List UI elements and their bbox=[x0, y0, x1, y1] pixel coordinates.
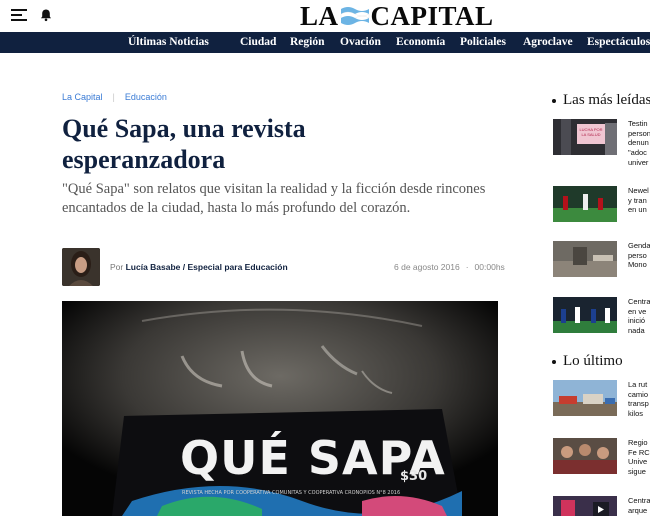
nav-ovacion[interactable]: Ovación bbox=[340, 36, 381, 48]
latest-item[interactable]: Centra arque bbox=[553, 496, 650, 516]
headline: Genda perso Mono bbox=[628, 241, 650, 270]
author-avatar[interactable] bbox=[62, 248, 100, 286]
hero-image[interactable]: QUÉ SAPA $30 REVISTA HECHA POR COOPERATI… bbox=[62, 301, 498, 516]
most-read-title: Las más leídas bbox=[563, 92, 650, 108]
nav-ciudad[interactable]: Ciudad bbox=[240, 36, 276, 48]
headline: Testin person denun "adoc univer bbox=[628, 119, 650, 167]
thumbnail bbox=[553, 380, 617, 416]
bell-icon[interactable] bbox=[39, 8, 53, 22]
breadcrumb-la-capital[interactable]: La Capital bbox=[62, 92, 103, 102]
article-date: 6 de agosto 2016 bbox=[394, 262, 460, 272]
most-read-item[interactable]: LUCHA POR LA SALUD Testin person denun "ado… bbox=[553, 119, 650, 167]
bullet-icon bbox=[552, 98, 556, 103]
nav-ultimas-noticias[interactable]: Últimas Noticias bbox=[128, 36, 209, 48]
most-read-item[interactable]: Genda perso Mono bbox=[553, 241, 650, 277]
logo-text-right: CAPITAL bbox=[370, 0, 494, 31]
headline: Centra arque bbox=[628, 496, 650, 515]
article-subtitle: "Qué Sapa" son relatos que visitan la re… bbox=[62, 181, 486, 216]
thumbnail: LUCHA POR LA SALUD bbox=[553, 119, 617, 155]
most-read-item[interactable]: Newel y tran en un bbox=[553, 186, 650, 222]
byline-prefix: Por bbox=[110, 262, 124, 272]
hamburger-menu-icon[interactable] bbox=[11, 9, 27, 22]
headline: Newel y tran en un bbox=[628, 186, 649, 215]
article-title: Qué Sapa, una revista esperanzadora bbox=[62, 114, 306, 174]
hero-magazine-price: $30 bbox=[400, 469, 428, 484]
thumbnail bbox=[553, 438, 617, 474]
nav-espectaculos[interactable]: Espectáculos bbox=[587, 36, 650, 48]
headline: La rut camio transp kilos bbox=[628, 380, 649, 419]
latest-item[interactable]: Regio Fe RC Unive sigue bbox=[553, 438, 650, 477]
nav-region[interactable]: Región bbox=[290, 36, 325, 48]
site-logo[interactable]: LA CAPITAL bbox=[300, 0, 494, 31]
headline: Centra en ve inició nada bbox=[628, 297, 650, 336]
main-nav: Últimas Noticias Ciudad Región Ovación E… bbox=[0, 32, 650, 53]
most-read-heading: Las más leídas bbox=[552, 92, 650, 109]
nav-economia[interactable]: Economía bbox=[396, 36, 445, 48]
article-dateline: 6 de agosto 2016 · 00:00hs bbox=[394, 262, 505, 272]
thumbnail bbox=[553, 241, 617, 277]
latest-heading: Lo último bbox=[552, 353, 623, 370]
thumbnail bbox=[553, 186, 617, 222]
breadcrumb-separator: | bbox=[112, 92, 115, 102]
thumbnail-sign-text: LUCHA POR LA SALUD bbox=[579, 127, 603, 137]
hero-magazine-tagline: REVISTA HECHA POR COOPERATIVA COMUNITAS … bbox=[182, 490, 401, 496]
author-name[interactable]: Lucía Basabe / Especial para Educación bbox=[126, 262, 288, 272]
thumbnail bbox=[553, 496, 617, 516]
top-header: LA CAPITAL bbox=[0, 0, 650, 32]
latest-item[interactable]: La rut camio transp kilos bbox=[553, 380, 650, 419]
logo-text-left: LA bbox=[300, 0, 339, 31]
nav-policiales[interactable]: Policiales bbox=[460, 36, 506, 48]
article-time: 00:00hs bbox=[474, 262, 505, 272]
nav-agroclave[interactable]: Agroclave bbox=[523, 36, 573, 48]
headline: Regio Fe RC Unive sigue bbox=[628, 438, 650, 477]
breadcrumb: La Capital | Educación bbox=[62, 92, 167, 102]
bullet-icon bbox=[552, 359, 556, 364]
breadcrumb-educacion[interactable]: Educación bbox=[125, 92, 167, 102]
byline: Por Lucía Basabe / Especial para Educaci… bbox=[110, 262, 288, 272]
most-read-item[interactable]: Centra en ve inició nada bbox=[553, 297, 650, 336]
thumbnail bbox=[553, 297, 617, 333]
latest-title: Lo último bbox=[563, 353, 623, 369]
logo-flag-icon bbox=[340, 7, 369, 25]
date-separator: · bbox=[465, 262, 469, 272]
